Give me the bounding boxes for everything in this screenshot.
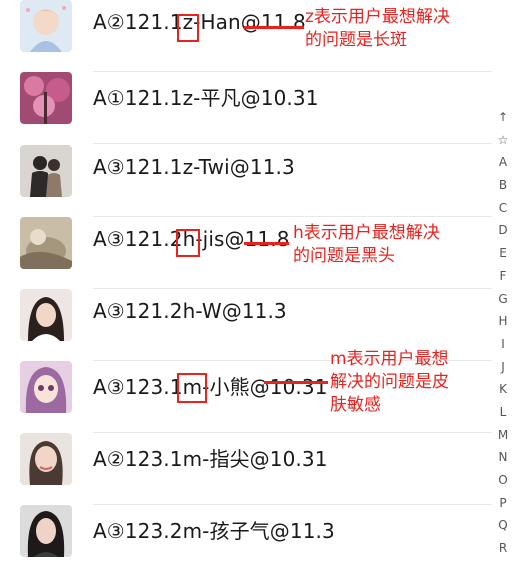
avatar: [20, 433, 72, 485]
contact-row[interactable]: A①121.1z-平凡@10.31: [0, 72, 492, 144]
annotation-line-z: [244, 26, 304, 29]
alphabet-index-bar[interactable]: ↑ ☆ A B C D E F G H I J K L M N O P Q R: [491, 106, 515, 560]
contact-row[interactable]: A②123.1m-指尖@10.31: [0, 433, 492, 505]
index-letter[interactable]: H: [491, 310, 515, 333]
avatar: [20, 0, 72, 52]
index-letter[interactable]: O: [491, 469, 515, 492]
contact-name: A②123.1m-指尖@10.31: [93, 447, 328, 471]
contact-name: A②121.1z-Han@11.8: [93, 10, 306, 34]
index-letter[interactable]: I: [491, 333, 515, 356]
index-star-icon[interactable]: ☆: [491, 129, 515, 152]
annotation-line-m: [264, 381, 328, 384]
index-letter[interactable]: K: [491, 378, 515, 401]
divider: [93, 143, 492, 144]
index-letter[interactable]: R: [491, 537, 515, 560]
annotation-text: z表示用户最想解决: [305, 7, 450, 27]
index-letter[interactable]: M: [491, 424, 515, 447]
contact-name: A③123.1m-小熊@10.31: [93, 375, 328, 399]
annotation-text: 肤敏感: [330, 395, 381, 415]
highlight-box-m: [177, 373, 207, 403]
contact-row[interactable]: A③123.2m-孩子气@11.3: [0, 505, 492, 565]
index-letter[interactable]: A: [491, 151, 515, 174]
annotation-text: m表示用户最想: [330, 349, 449, 369]
index-letter[interactable]: Q: [491, 514, 515, 537]
index-letter[interactable]: L: [491, 401, 515, 424]
annotation-text: 的问题是黑头: [293, 246, 395, 266]
avatar: [20, 289, 72, 341]
index-letter[interactable]: B: [491, 174, 515, 197]
contact-name: A③121.1z-Twi@11.3: [93, 155, 295, 179]
highlight-box-z: [177, 14, 199, 42]
avatar: [20, 72, 72, 124]
highlight-box-h: [176, 229, 200, 257]
index-up-arrow-icon[interactable]: ↑: [491, 106, 515, 129]
annotation-m: m表示用户最想 解决的问题是皮 肤敏感: [330, 348, 449, 417]
index-letter[interactable]: N: [491, 446, 515, 469]
index-letter[interactable]: F: [491, 265, 515, 288]
avatar: [20, 145, 72, 197]
contact-list-screen: A②121.1z-Han@11.8 A①121.1z-平凡@10.31 A③12…: [0, 0, 515, 565]
index-letter[interactable]: J: [491, 356, 515, 379]
avatar: [20, 217, 72, 269]
annotation-line-h: [244, 242, 289, 245]
contact-name: A③123.2m-孩子气@11.3: [93, 519, 335, 543]
avatar: [20, 505, 72, 557]
contact-name: A①121.1z-平凡@10.31: [93, 86, 319, 110]
avatar: [20, 361, 72, 413]
annotation-z: z表示用户最想解决 的问题是长斑: [305, 6, 450, 52]
index-letter[interactable]: E: [491, 242, 515, 265]
contact-name: A③121.2h-W@11.3: [93, 299, 287, 323]
index-letter[interactable]: C: [491, 197, 515, 220]
index-letter[interactable]: G: [491, 288, 515, 311]
annotation-text: h表示用户最想解决: [293, 223, 440, 243]
index-letter[interactable]: D: [491, 219, 515, 242]
index-letter[interactable]: P: [491, 492, 515, 515]
contact-row[interactable]: A③121.1z-Twi@11.3: [0, 145, 492, 217]
annotation-h: h表示用户最想解决 的问题是黑头: [293, 222, 440, 268]
annotation-text: 的问题是长斑: [305, 30, 407, 50]
annotation-text: 解决的问题是皮: [330, 372, 449, 392]
